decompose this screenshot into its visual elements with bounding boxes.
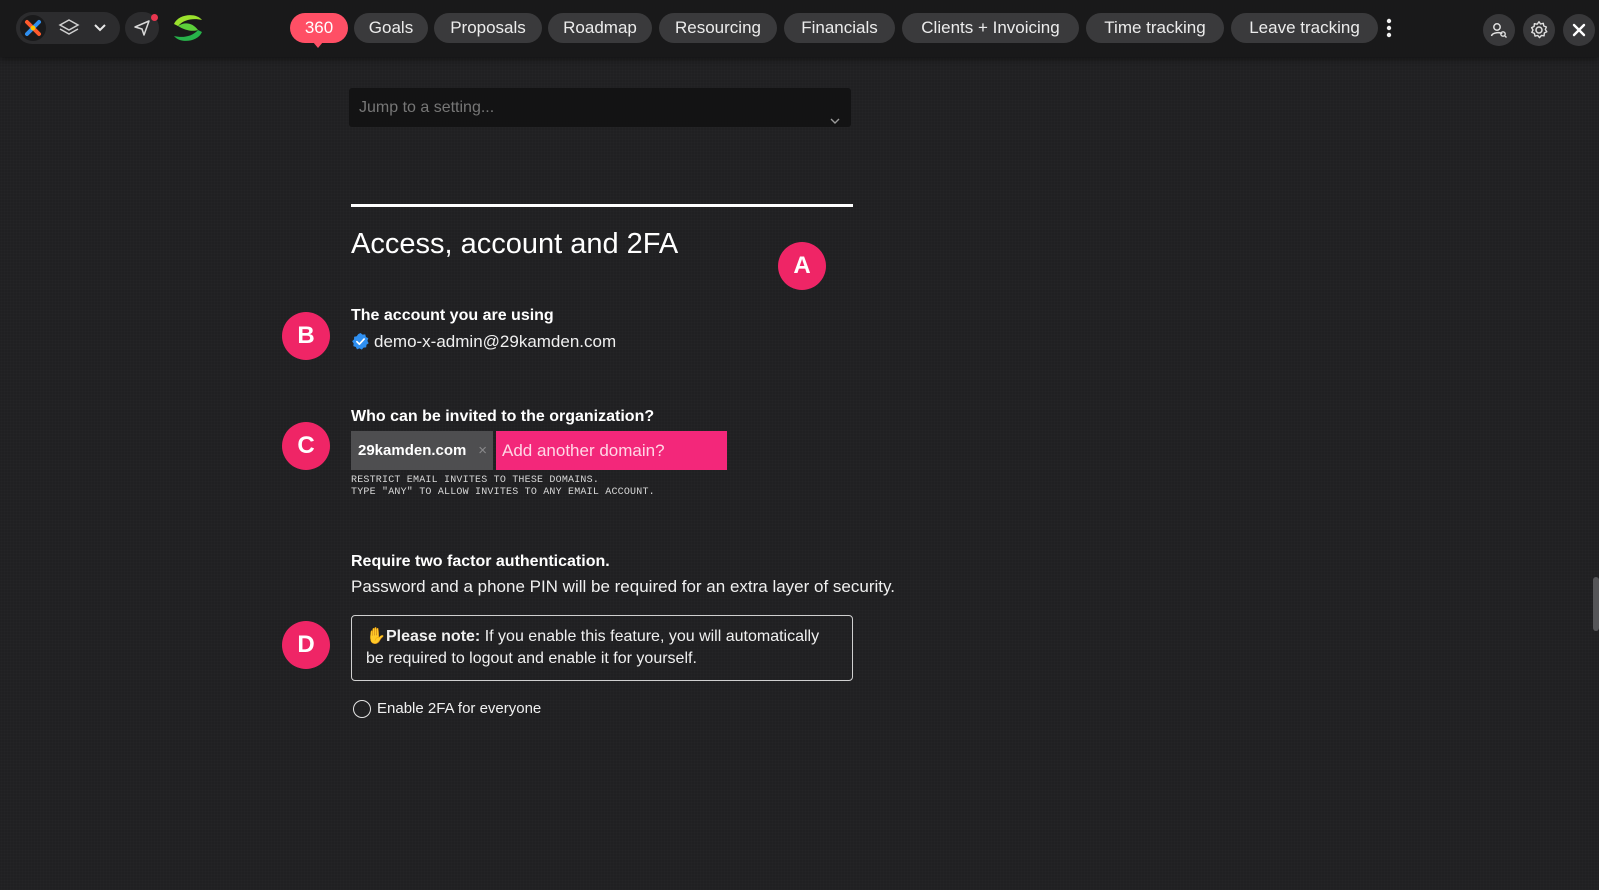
user-search-icon (1490, 23, 1507, 38)
twofa-description: Password and a phone PIN will be require… (351, 577, 895, 596)
chevron-down-icon[interactable] (92, 20, 108, 41)
gear-icon (1530, 21, 1548, 39)
marker-c: C (282, 422, 330, 470)
notification-dot (151, 14, 158, 21)
send-icon (134, 20, 150, 36)
invite-help-line1: RESTRICT EMAIL INVITES TO THESE DOMAINS. (351, 475, 600, 486)
layers-icon[interactable] (58, 18, 80, 43)
marker-b: B (282, 312, 330, 360)
twofa-label: Require two factor authentication. (351, 553, 610, 570)
marker-a: A (778, 242, 826, 290)
note-box: ✋Please note: If you enable this feature… (351, 615, 853, 681)
close-icon (1572, 23, 1586, 37)
app-switcher[interactable] (16, 12, 120, 44)
tab-360[interactable]: 360 (290, 13, 348, 48)
top-bar: 360 Goals Proposals Roadmap Resourcing F… (0, 0, 1599, 57)
domain-tag-label: 29kamden.com (358, 442, 467, 459)
tab-resourcing[interactable]: Resourcing (659, 13, 777, 43)
note-bold: Please note: (386, 628, 481, 645)
section-divider (351, 204, 853, 207)
tab-time-tracking[interactable]: Time tracking (1086, 13, 1224, 43)
tab-financials[interactable]: Financials (784, 13, 895, 43)
section-title: Access, account and 2FA (351, 228, 679, 260)
invite-label: Who can be invited to the organization? (351, 408, 655, 425)
enable-2fa-label: Enable 2FA for everyone (377, 700, 542, 717)
tab-clients-invoicing[interactable]: Clients + Invoicing (902, 13, 1079, 43)
marker-d: D (282, 621, 330, 669)
enable-2fa-radio[interactable] (353, 700, 371, 718)
account-label: The account you are using (351, 307, 554, 324)
more-vertical-icon[interactable] (1386, 18, 1392, 43)
hand-icon: ✋ (366, 628, 386, 645)
chevron-down-icon (829, 102, 841, 141)
user-search-button[interactable] (1483, 14, 1515, 46)
settings-button[interactable] (1523, 14, 1555, 46)
tab-roadmap[interactable]: Roadmap (548, 13, 652, 43)
domain-tag[interactable]: 29kamden.com × (351, 431, 493, 470)
jump-placeholder: Jump to a setting... (359, 99, 495, 116)
add-domain-input[interactable] (496, 431, 727, 470)
verified-icon (351, 332, 370, 356)
tab-leave-tracking[interactable]: Leave tracking (1231, 13, 1378, 43)
tab-goals[interactable]: Goals (354, 13, 428, 43)
tag-remove-icon[interactable]: × (478, 431, 487, 470)
invite-help-line2: TYPE "ANY" TO ALLOW INVITES TO ANY EMAIL… (351, 487, 655, 498)
jump-to-setting-select[interactable]: Jump to a setting... (349, 88, 851, 127)
brand-x-icon[interactable] (20, 15, 46, 41)
close-button[interactable] (1563, 14, 1595, 46)
logo-icon[interactable] (170, 10, 206, 51)
tab-proposals[interactable]: Proposals (434, 13, 542, 43)
account-email: demo-x-admin@29kamden.com (374, 332, 617, 351)
scrollbar[interactable] (1593, 577, 1599, 631)
